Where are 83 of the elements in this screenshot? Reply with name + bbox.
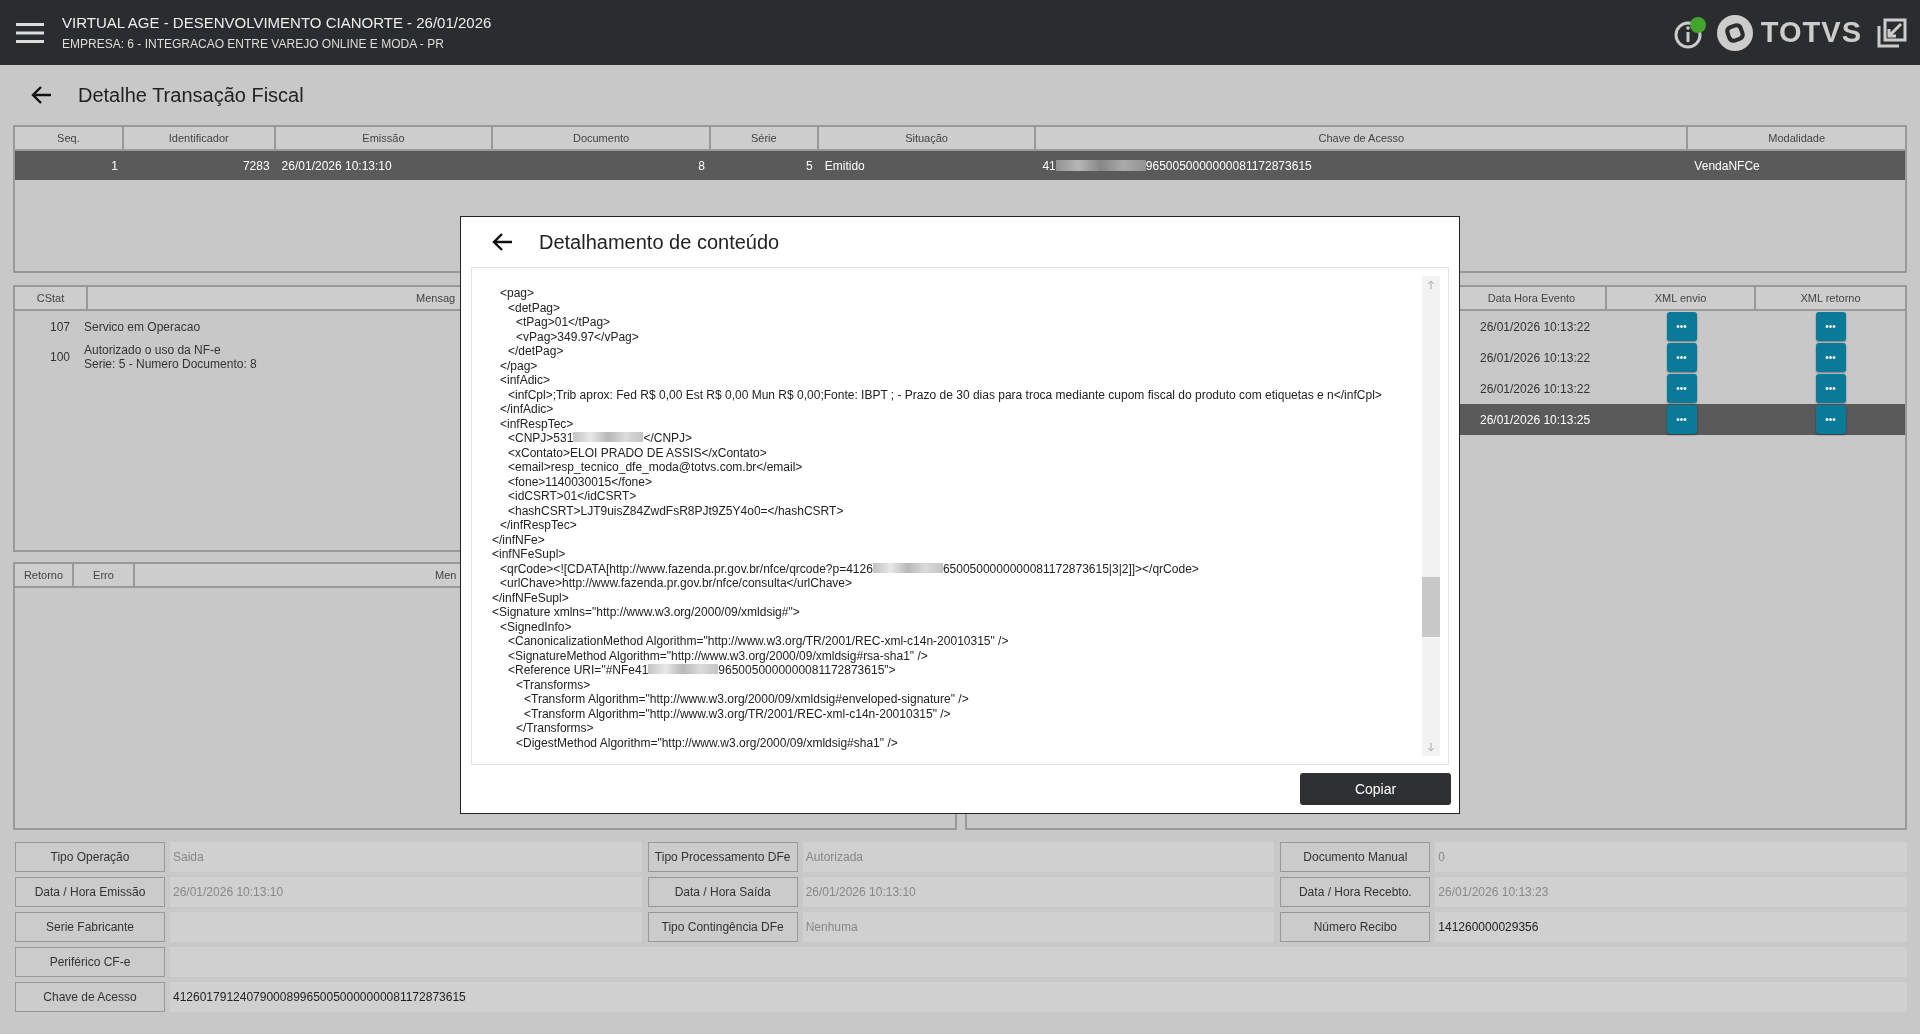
code-line: <infAdic> [500, 373, 551, 387]
table-cell: 26/01/2026 10:13:10 [281, 158, 392, 173]
code-line: </Transforms> [516, 721, 594, 735]
column-header: Seq. [15, 127, 124, 149]
column-header: Série [710, 127, 819, 149]
code-line: </CNPJ> [643, 431, 693, 445]
field-label: Data / Hora Saída [647, 877, 798, 907]
column-header: Men [435, 569, 457, 581]
column-header: Emissão [275, 127, 494, 149]
column-header: Situação [818, 127, 1037, 149]
field-label: Serie Fabricante [15, 912, 165, 942]
field-label: Chave de Acesso [15, 982, 165, 1012]
field-label: Documento Manual [1280, 842, 1431, 872]
column-header: Erro [74, 564, 135, 586]
table-cell: 41 [1042, 158, 1056, 173]
column-header: XML retorno [1799, 291, 1862, 306]
code-line: <pag> [500, 286, 535, 300]
table-cell: 7283 [242, 158, 270, 173]
code-line: </infNFe> [492, 532, 545, 547]
code-line: <Transform Algorithm="http://www.w3.org/2000/09/xmldsig#enveloped-signature" /> [524, 692, 969, 706]
table-cell: 9650050000000081172873615 [1145, 158, 1312, 173]
code-line: <hashCSRT>LJT9uisZ84ZwdFsR8PJt9Z5Y4o0=</hashCSRT> [508, 503, 844, 518]
code-line: </infRespTec> [500, 518, 577, 532]
code-line: <Transforms> [516, 677, 591, 692]
code-line: <detPag> [508, 300, 561, 315]
field-label: Periférico CF-e [15, 947, 165, 977]
column-header: Modalidade [1767, 131, 1827, 146]
code-line: <CanonicalizationMethod Algorithm="http://www.w3.org/TR/2001/REC-xml-c14n-20010315" /> [508, 634, 1009, 648]
column-header: Documento [493, 127, 711, 149]
code-line: <email>resp_tecnico_dfe_moda@totvs.com.br</email> [508, 460, 803, 474]
column-header: Retorno [15, 564, 74, 586]
code-line: <CNPJ>531 [508, 431, 574, 445]
code-line: </infNFeSupl> [492, 590, 569, 605]
table-cell: 8 [698, 158, 705, 173]
code-line: <vPag>349.97</vPag> [516, 329, 639, 344]
code-line: <infCpl>;Trib aprox: Fed R$ 0,00 Est R$ 0,00 Mun R$ 0,00;Fonte: IBPT ; - Prazo de 30 dias para troca mediante cupom fiscal do produto com etiquetas e n</infCpl> [508, 387, 1382, 402]
table-cell: VendaNFCe [1694, 158, 1760, 173]
column-header: CStat [15, 287, 88, 309]
code-line: </infAdic> [500, 402, 554, 416]
brand-name: TOTVS [1760, 16, 1862, 49]
code-line: <fone>1140030015</fone> [508, 474, 652, 489]
field-label: Data / Hora Emissão [15, 877, 165, 907]
code-line: <infRespTec> [500, 416, 574, 431]
page-title: Detalhe Transação Fiscal [78, 83, 304, 107]
field-label: Número Recibo [1280, 912, 1431, 942]
code-line: <infNFeSupl> [492, 547, 566, 561]
table-cell: 5 [806, 158, 813, 173]
code-line: <Transform Algorithm="http://www.w3.org/TR/2001/REC-xml-c14n-20010315" /> [524, 706, 951, 721]
code-line: <idCSRT>01</idCSRT> [508, 489, 637, 503]
company-name: EMPRESA: 6 - INTEGRACAO ENTRE VAREJO ONLINE E MODA - PR [62, 37, 445, 51]
code-line: <Signature xmlns="http://www.w3.org/2000/09/xmldsig#"> [492, 605, 800, 619]
table-cell-text: 107 [48, 320, 70, 334]
app-title: VIRTUAL AGE - DESENVOLVIMENTO CIANORTE - 26/01/2026 [62, 14, 492, 31]
code-line: <tPag>01</tPag> [516, 315, 611, 329]
code-line: </pag> [500, 358, 538, 373]
table-cell: Emitido [824, 158, 865, 173]
table-cell: 1 [111, 158, 118, 173]
table-cell: 26/01/2026 10:13:22 [1480, 319, 1591, 334]
code-line: <Reference URI="#NFe41 [508, 663, 649, 677]
field-label: Tipo Processamento DFe [647, 842, 798, 872]
table-cell-text: 100 [48, 350, 70, 364]
code-line: <SignatureMethod Algorithm="http://www.w3.org/2000/09/xmldsig#rsa-sha1" /> [508, 648, 928, 663]
table-cell: Autorizado o uso da NF-e Serie: 5 - Numero Documento: 8 [84, 343, 257, 371]
column-header: Identificador [123, 127, 276, 149]
column-header: Mensag [416, 292, 456, 304]
code-line: </detPag> [508, 344, 564, 358]
code-line: <SignedInfo> [500, 619, 572, 634]
column-header: XML envio [1607, 287, 1756, 309]
code-line: <qrCode><![CDATA[http://www.fazenda.pr.gov.br/nfce/qrcode?p=4126 [500, 561, 873, 576]
table-cell: 26/01/2026 10:13:25 [1480, 412, 1591, 427]
table-cell: Servico em Operacao [84, 320, 201, 334]
code-line: 9650050000000081172873615"> [718, 663, 896, 677]
field-label: Tipo Operação [15, 842, 165, 872]
dialog-title: Detalhamento de conteúdo [539, 230, 780, 254]
table-cell: 26/01/2026 10:13:22 [1480, 381, 1591, 396]
code-line: 6500500000000081172873615|3|2]]></qrCode> [942, 561, 1199, 576]
table-cell: 26/01/2026 10:13:22 [1480, 350, 1591, 365]
field-label: Tipo Contingência DFe [647, 912, 798, 942]
field-label: Data / Hora Recebto. [1280, 877, 1431, 907]
column-header: Chave de Acesso [1036, 127, 1689, 149]
code-line: <xContato>ELOI PRADO DE ASSIS</xContato> [508, 445, 767, 460]
code-line: <DigestMethod Algorithm="http://www.w3.org/2000/09/xmldsig#sha1" /> [516, 735, 898, 750]
code-line: <urlChave>http://www.fazenda.pr.gov.br/nfce/consulta</urlChave> [500, 576, 852, 590]
